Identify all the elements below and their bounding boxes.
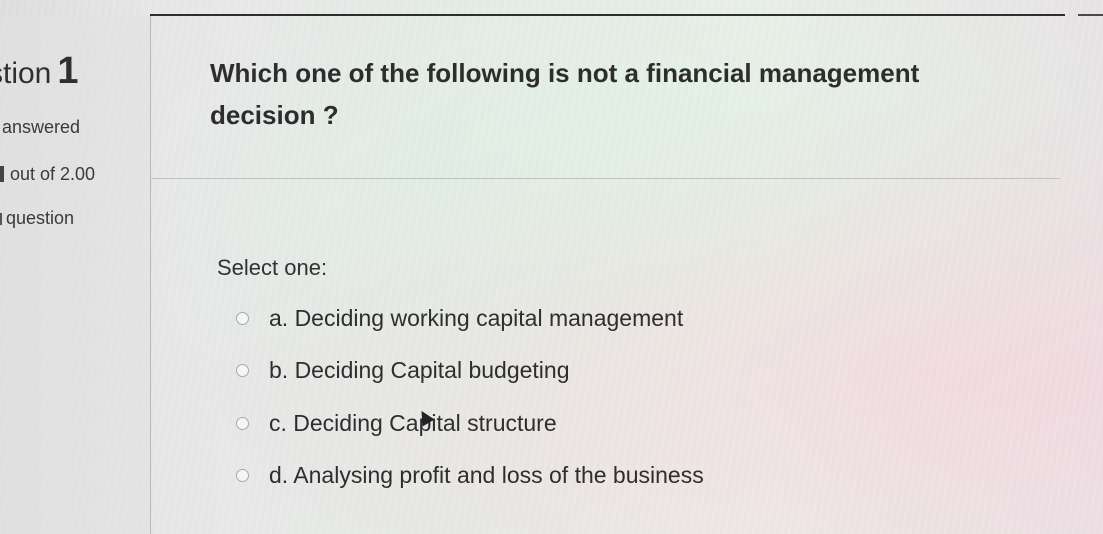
option-c[interactable]: c. Deciding Capital structure: [236, 410, 557, 437]
select-one-label: Select one:: [217, 255, 328, 280]
option-label: b. Deciding Capital budgeting: [269, 357, 570, 383]
option-b[interactable]: b. Deciding Capital budgeting: [236, 357, 569, 384]
question-status: answered: [2, 117, 81, 137]
option-label: a. Deciding working capital management: [269, 305, 684, 331]
radio-button-icon[interactable]: [236, 364, 249, 377]
header-border: [150, 14, 1065, 16]
radio-button-icon[interactable]: [236, 312, 249, 325]
radio-button-icon[interactable]: [236, 469, 249, 482]
mark-indicator: [0, 166, 4, 182]
question-number: 1: [57, 50, 79, 92]
question-divider: [150, 178, 1060, 179]
option-a[interactable]: a. Deciding working capital management: [236, 305, 683, 332]
option-label: c. Deciding Capital structure: [269, 410, 557, 436]
option-d[interactable]: d. Analysing profit and loss of the busi…: [236, 462, 704, 489]
question-text: Which one of the following is not a fina…: [210, 58, 920, 130]
flag-question-link[interactable]: question: [6, 208, 74, 229]
header-border-right: [1078, 14, 1103, 16]
question-info-panel: [0, 16, 151, 534]
question-word: stion: [0, 57, 52, 90]
question-mark: out of 2.00: [10, 164, 96, 184]
option-label: d. Analysing profit and loss of the busi…: [269, 462, 704, 488]
radio-button-icon[interactable]: [236, 417, 249, 430]
question-number-heading: stion1: [0, 50, 79, 93]
